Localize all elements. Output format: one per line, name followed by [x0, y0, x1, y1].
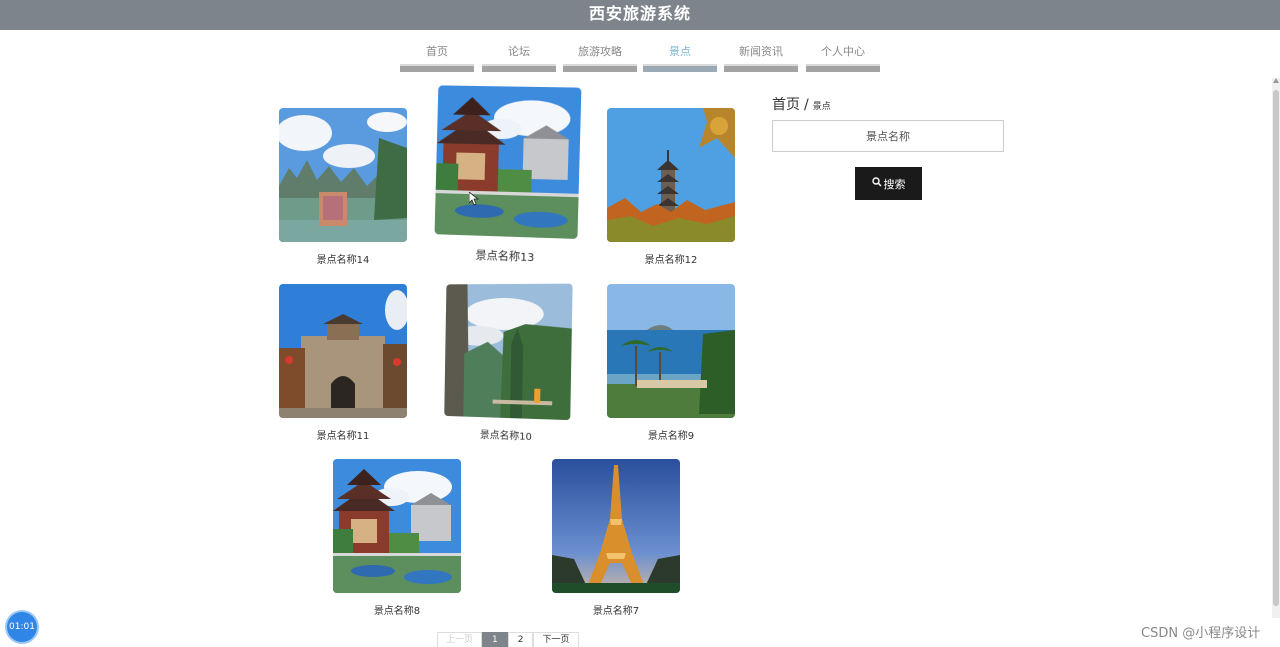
- nav-item-home[interactable]: 首页: [400, 42, 474, 72]
- spot-card[interactable]: 景点名称14: [279, 108, 407, 266]
- spot-image-tower-autumn[interactable]: [607, 108, 735, 242]
- spot-image-pagoda-pond[interactable]: [434, 85, 582, 239]
- mouse-cursor-icon: [468, 191, 480, 210]
- page-scrollbar[interactable]: [1272, 78, 1280, 618]
- page-1-button[interactable]: 1: [482, 632, 508, 647]
- recording-timer-badge: 01:01: [7, 612, 37, 642]
- spot-image-pagoda-pond[interactable]: [333, 459, 461, 593]
- breadcrumb: 首页 / 景点: [772, 94, 831, 114]
- breadcrumb-home[interactable]: 首页: [772, 97, 800, 113]
- spot-name[interactable]: 景点名称14: [279, 251, 407, 266]
- nav-underline: [400, 64, 474, 72]
- spot-name[interactable]: 景点名称8: [333, 602, 461, 617]
- spot-name[interactable]: 景点名称12: [607, 251, 735, 266]
- site-title: 西安旅游系统: [588, 4, 691, 23]
- nav-item-personal-center[interactable]: 个人中心: [806, 42, 880, 72]
- breadcrumb-separator: /: [804, 97, 809, 113]
- spot-card[interactable]: 景点名称11: [279, 284, 407, 442]
- nav-item-forum[interactable]: 论坛: [482, 42, 556, 72]
- nav-underline: [724, 64, 798, 72]
- spot-name[interactable]: 景点名称10: [444, 425, 570, 445]
- watermark: CSDN @小程序设计: [1141, 626, 1261, 641]
- sidebar: 首页 / 景点: [772, 94, 831, 114]
- spot-card-hovered[interactable]: 景点名称13: [434, 85, 582, 266]
- nav-underline: [806, 64, 880, 72]
- next-page-button[interactable]: 下一页: [533, 632, 579, 647]
- nav-item-label: 个人中心: [821, 45, 865, 58]
- spot-image-cliff-valley[interactable]: [444, 283, 573, 421]
- scrollbar-thumb[interactable]: [1273, 90, 1279, 606]
- page-2-button[interactable]: 2: [507, 632, 534, 647]
- search-icon: [871, 177, 882, 190]
- spot-name-search-input[interactable]: [772, 120, 1004, 152]
- nav-underline: [482, 64, 556, 72]
- nav-item-label: 首页: [426, 45, 448, 58]
- nav-item-news[interactable]: 新闻资讯: [724, 42, 798, 72]
- search-button[interactable]: 搜索: [855, 167, 922, 200]
- spot-name[interactable]: 景点名称9: [607, 427, 735, 442]
- spot-name[interactable]: 景点名称7: [552, 602, 680, 617]
- prev-page-button[interactable]: 上一页: [437, 632, 483, 647]
- nav-underline: [563, 64, 637, 72]
- spot-card[interactable]: 景点名称9: [607, 284, 735, 442]
- nav-underline: [643, 64, 717, 72]
- nav-item-label: 论坛: [508, 45, 530, 58]
- scroll-up-arrow-icon[interactable]: [1273, 78, 1279, 83]
- spot-card[interactable]: 景点名称7: [552, 459, 680, 617]
- nav-item-label: 旅游攻略: [578, 45, 622, 58]
- spot-name[interactable]: 景点名称11: [279, 427, 407, 442]
- spot-card[interactable]: 景点名称8: [333, 459, 461, 617]
- spot-image-eiffel-tower[interactable]: [552, 459, 680, 593]
- nav-item-label: 新闻资讯: [739, 45, 783, 58]
- spot-card[interactable]: 景点名称10: [444, 283, 573, 445]
- nav-item-scenic-spots[interactable]: 景点: [643, 42, 717, 72]
- spot-image-city-gate[interactable]: [279, 284, 407, 418]
- breadcrumb-current: 景点: [812, 102, 831, 112]
- spot-name[interactable]: 景点名称13: [434, 244, 577, 266]
- spot-image-palm-beach[interactable]: [607, 284, 735, 418]
- search-button-label: 搜索: [883, 177, 906, 191]
- spot-image-karst-river[interactable]: [279, 108, 407, 242]
- spot-card[interactable]: 景点名称12: [607, 108, 735, 266]
- nav-item-travel-guide[interactable]: 旅游攻略: [563, 42, 637, 72]
- nav-item-label: 景点: [669, 45, 691, 58]
